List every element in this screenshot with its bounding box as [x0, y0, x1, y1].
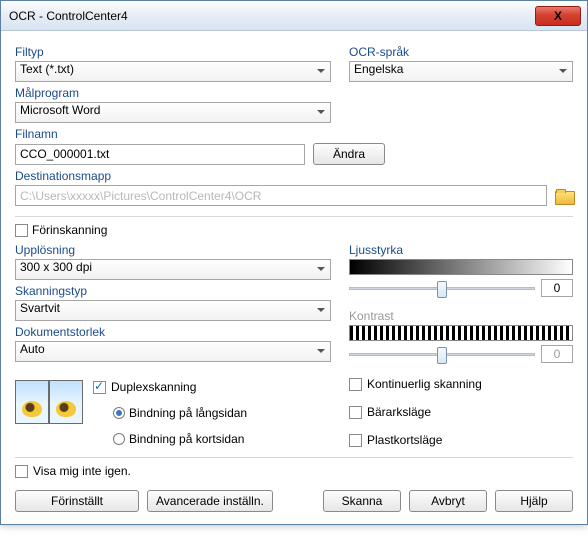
prescan-label: Förinskanning	[32, 223, 107, 237]
contrast-label: Kontrast	[349, 309, 573, 323]
slider-thumb	[437, 347, 447, 364]
duplex-preview	[15, 380, 83, 424]
folder-icon[interactable]	[555, 189, 573, 203]
targetapp-label: Målprogram	[15, 86, 573, 100]
titlebar: OCR - ControlCenter4 X	[1, 1, 587, 31]
radio-icon	[113, 407, 125, 419]
brightness-slider[interactable]	[349, 287, 535, 290]
destfolder-input[interactable]	[15, 185, 547, 206]
change-button[interactable]: Ändra	[313, 143, 385, 165]
filetype-label: Filtyp	[15, 45, 331, 59]
plastic-checkbox[interactable]	[349, 434, 362, 447]
ocrlang-label: OCR-språk	[349, 45, 573, 59]
destfolder-label: Destinationsmapp	[15, 169, 573, 183]
separator	[15, 216, 573, 217]
dontshow-checkbox[interactable]	[15, 465, 28, 478]
cancel-button[interactable]: Avbryt	[409, 490, 487, 512]
scantype-label: Skanningstyp	[15, 284, 331, 298]
targetapp-select[interactable]: Microsoft Word	[15, 102, 331, 123]
window-title: OCR - ControlCenter4	[9, 9, 535, 23]
filename-input[interactable]	[15, 144, 305, 165]
contrast-slider	[349, 353, 535, 356]
carrier-checkbox[interactable]	[349, 406, 362, 419]
close-button[interactable]: X	[535, 6, 581, 26]
duplex-checkbox[interactable]	[93, 381, 106, 394]
separator	[15, 457, 573, 458]
dialog-content: Filtyp Text (*.txt) OCR-språk Engelska M…	[1, 31, 587, 524]
help-button[interactable]: Hjälp	[495, 490, 573, 512]
bind-long-option[interactable]: Bindning på långsidan	[113, 406, 247, 420]
ocrlang-select[interactable]: Engelska	[349, 61, 573, 82]
contscan-label: Kontinuerlig skanning	[367, 377, 482, 391]
dialog-window: OCR - ControlCenter4 X Filtyp Text (*.tx…	[0, 0, 588, 525]
radio-icon	[113, 433, 125, 445]
filetype-select[interactable]: Text (*.txt)	[15, 61, 331, 82]
resolution-select[interactable]: 300 x 300 dpi	[15, 259, 331, 280]
contrast-value: 0	[541, 345, 573, 363]
contscan-checkbox[interactable]	[349, 378, 362, 391]
filename-label: Filnamn	[15, 127, 573, 141]
brightness-value: 0	[541, 279, 573, 297]
scantype-select[interactable]: Svartvit	[15, 300, 331, 321]
resolution-label: Upplösning	[15, 243, 331, 257]
bind-short-option[interactable]: Bindning på kortsidan	[113, 432, 247, 446]
docsize-label: Dokumentstorlek	[15, 325, 331, 339]
carrier-label: Bärarksläge	[367, 405, 431, 419]
preset-button[interactable]: Förinställt	[15, 490, 139, 512]
duplex-label: Duplexskanning	[111, 380, 196, 394]
brightness-gradient	[349, 259, 573, 275]
scan-button[interactable]: Skanna	[323, 490, 401, 512]
advanced-button[interactable]: Avancerade inställn.	[147, 490, 273, 512]
prescan-checkbox[interactable]	[15, 224, 28, 237]
docsize-select[interactable]: Auto	[15, 341, 331, 362]
plastic-label: Plastkortsläge	[367, 433, 442, 447]
contrast-gradient	[349, 325, 573, 341]
page-back-icon	[49, 380, 83, 424]
brightness-label: Ljusstyrka	[349, 243, 573, 257]
page-front-icon	[15, 380, 49, 424]
slider-thumb[interactable]	[437, 281, 447, 298]
close-icon: X	[554, 9, 562, 23]
dontshow-label: Visa mig inte igen.	[33, 464, 131, 478]
